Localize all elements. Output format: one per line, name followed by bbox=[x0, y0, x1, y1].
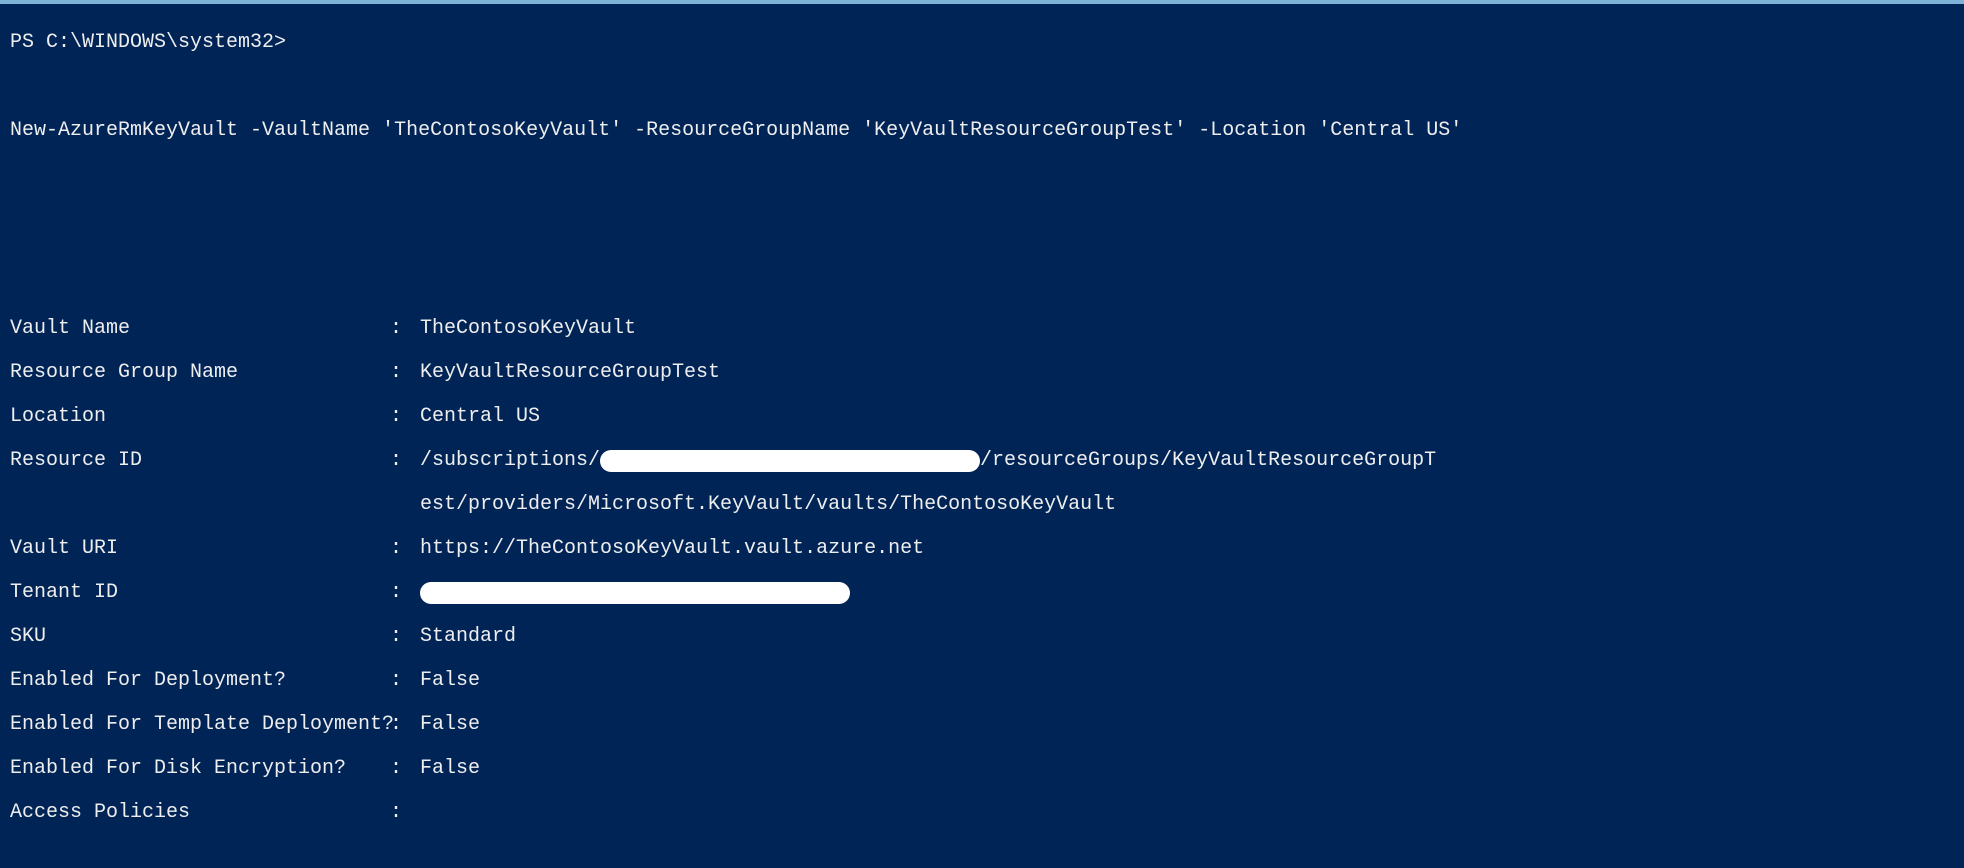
command-line: New-AzureRmKeyVault -VaultName 'TheConto… bbox=[10, 119, 1462, 142]
prompt: PS C:\WINDOWS\system32> bbox=[10, 31, 286, 54]
redacted-subscription-id bbox=[600, 450, 980, 472]
row-resource-group: Resource Group Name : KeyVaultResourceGr… bbox=[10, 362, 1954, 384]
label-enabled-disk: Enabled For Disk Encryption? bbox=[10, 758, 390, 780]
label-sku: SKU bbox=[10, 626, 390, 648]
value-vault-uri: https://TheContosoKeyVault.vault.azure.n… bbox=[420, 538, 1954, 560]
label-vault-uri: Vault URI bbox=[10, 538, 390, 560]
label-vault-name: Vault Name bbox=[10, 318, 390, 340]
value-sku: Standard bbox=[420, 626, 1954, 648]
value-vault-name: TheContosoKeyVault bbox=[420, 318, 1954, 340]
row-access-policies: Access Policies : bbox=[10, 802, 1954, 824]
row-vault-uri: Vault URI : https://TheContosoKeyVault.v… bbox=[10, 538, 1954, 560]
label-resource-group: Resource Group Name bbox=[10, 362, 390, 384]
label-enabled-template: Enabled For Template Deployment? bbox=[10, 714, 390, 736]
label-location: Location bbox=[10, 406, 390, 428]
label-tenant-id: Tenant ID bbox=[10, 582, 390, 604]
row-resource-id: Resource ID : /subscriptions//resourceGr… bbox=[10, 450, 1954, 472]
value-enabled-disk: False bbox=[420, 758, 1954, 780]
label-enabled-deploy: Enabled For Deployment? bbox=[10, 670, 390, 692]
value-resource-group: KeyVaultResourceGroupTest bbox=[420, 362, 1954, 384]
row-enabled-deploy: Enabled For Deployment? : False bbox=[10, 670, 1954, 692]
row-tenant-id: Tenant ID : bbox=[10, 582, 1954, 604]
value-enabled-deploy: False bbox=[420, 670, 1954, 692]
label-access-policies: Access Policies bbox=[10, 802, 390, 824]
row-sku: SKU : Standard bbox=[10, 626, 1954, 648]
row-resource-id-cont: est/providers/Microsoft.KeyVault/vaults/… bbox=[10, 494, 1954, 516]
row-enabled-template: Enabled For Template Deployment? : False bbox=[10, 714, 1954, 736]
value-location: Central US bbox=[420, 406, 1954, 428]
value-enabled-template: False bbox=[420, 714, 1954, 736]
label-resource-id: Resource ID bbox=[10, 450, 390, 472]
value-resource-id: /subscriptions//resourceGroups/KeyVaultR… bbox=[420, 450, 1954, 472]
redacted-tenant-id bbox=[420, 582, 850, 604]
powershell-terminal[interactable]: PS C:\WINDOWS\system32> New-AzureRmKeyVa… bbox=[0, 4, 1964, 868]
row-vault-name: Vault Name : TheContosoKeyVault bbox=[10, 318, 1954, 340]
row-location: Location : Central US bbox=[10, 406, 1954, 428]
row-enabled-disk: Enabled For Disk Encryption? : False bbox=[10, 758, 1954, 780]
